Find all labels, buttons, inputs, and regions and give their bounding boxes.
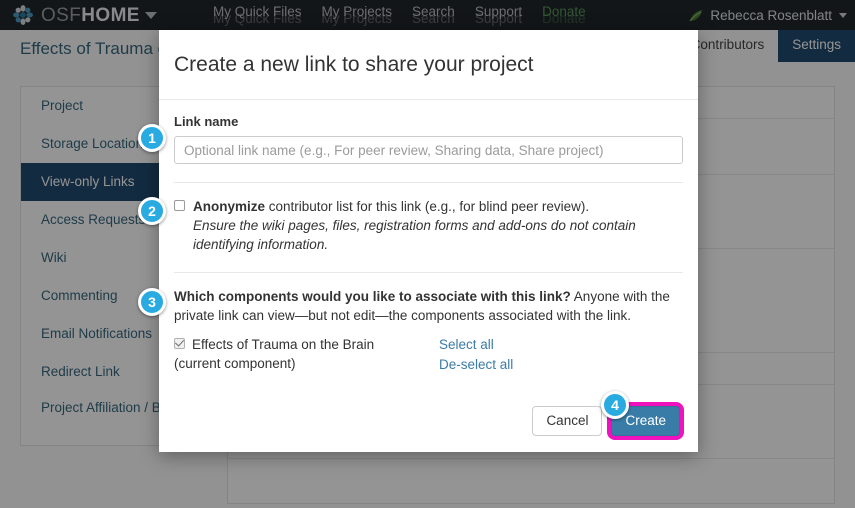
screenshot-root: OSFHOME My Quick Files My Projects Searc… (0, 0, 855, 508)
modal-header: Create a new link to share your project (159, 30, 698, 100)
components-section: Which components would you like to assoc… (174, 273, 683, 374)
component-item[interactable]: Effects of Trauma on the Brain (current … (174, 335, 439, 374)
modal-title: Create a new link to share your project (174, 52, 534, 76)
components-list-row: Effects of Trauma on the Brain (current … (174, 335, 683, 374)
anonymize-rest: contributor list for this link (e.g., fo… (265, 199, 590, 214)
select-all-link[interactable]: Select all (439, 335, 513, 354)
anonymize-row[interactable]: Anonymize contributor list for this link… (174, 197, 683, 216)
link-name-input[interactable] (174, 136, 683, 164)
step-badge-3: 3 (138, 288, 166, 316)
deselect-all-link[interactable]: De-select all (439, 355, 513, 374)
step-badge-4: 4 (601, 391, 629, 419)
component-label: Effects of Trauma on the Brain (192, 337, 375, 352)
component-sublabel: (current component) (174, 356, 296, 371)
modal-body: Link name Anonymize contributor list for… (159, 100, 698, 374)
components-question: Which components would you like to assoc… (174, 287, 683, 325)
anonymize-bold: Anonymize (193, 199, 266, 214)
components-question-bold: Which components would you like to assoc… (174, 289, 571, 304)
anonymize-section: Anonymize contributor list for this link… (174, 183, 683, 254)
component-bulk-actions: Select all De-select all (439, 335, 513, 374)
anonymize-note: Ensure the wiki pages, files, registrati… (193, 218, 636, 252)
anonymize-label: Anonymize contributor list for this link… (193, 197, 589, 216)
component-name-row: Effects of Trauma on the Brain (174, 335, 439, 354)
link-name-label: Link name (174, 114, 239, 129)
step-badge-2: 2 (138, 197, 166, 225)
cancel-button[interactable]: Cancel (532, 405, 603, 437)
anonymize-checkbox[interactable] (174, 200, 185, 211)
step-badge-1: 1 (138, 124, 166, 152)
component-checkbox[interactable] (174, 338, 185, 349)
create-view-only-link-modal: Create a new link to share your project … (159, 30, 698, 452)
